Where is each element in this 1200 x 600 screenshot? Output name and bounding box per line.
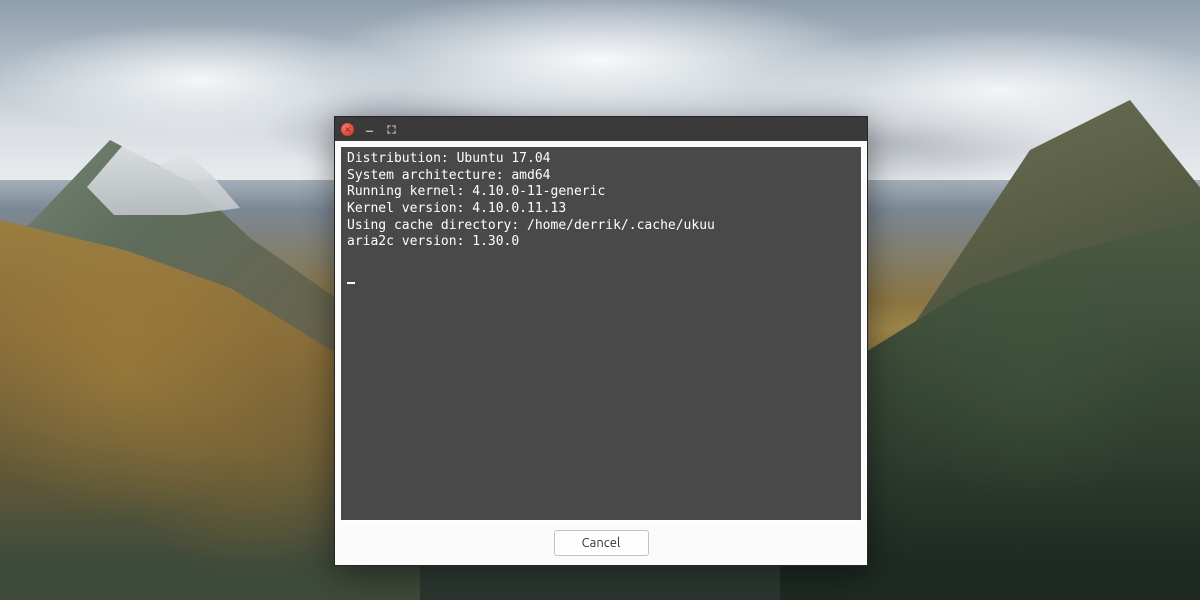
window-titlebar[interactable] xyxy=(335,117,867,141)
terminal-line: Using cache directory: /home/derrik/.cac… xyxy=(347,218,715,233)
minimize-icon xyxy=(365,125,374,134)
terminal-line: System architecture: amd64 xyxy=(347,168,551,183)
progress-dialog: Distribution: Ubuntu 17.04 System archit… xyxy=(334,116,868,566)
terminal-cursor xyxy=(347,271,355,284)
minimize-button[interactable] xyxy=(362,122,376,136)
terminal-line: Kernel version: 4.10.0.11.13 xyxy=(347,201,566,216)
terminal-line: aria2c version: 1.30.0 xyxy=(347,234,519,249)
maximize-icon xyxy=(387,125,396,134)
terminal-output: Distribution: Ubuntu 17.04 System archit… xyxy=(340,146,862,521)
close-button[interactable] xyxy=(341,123,354,136)
terminal-line: Distribution: Ubuntu 17.04 xyxy=(347,151,551,166)
maximize-button[interactable] xyxy=(384,122,398,136)
close-icon xyxy=(344,126,351,133)
terminal-line: Running kernel: 4.10.0-11-generic xyxy=(347,184,605,199)
dialog-button-bar: Cancel xyxy=(335,521,867,565)
cancel-button[interactable]: Cancel xyxy=(554,530,649,556)
